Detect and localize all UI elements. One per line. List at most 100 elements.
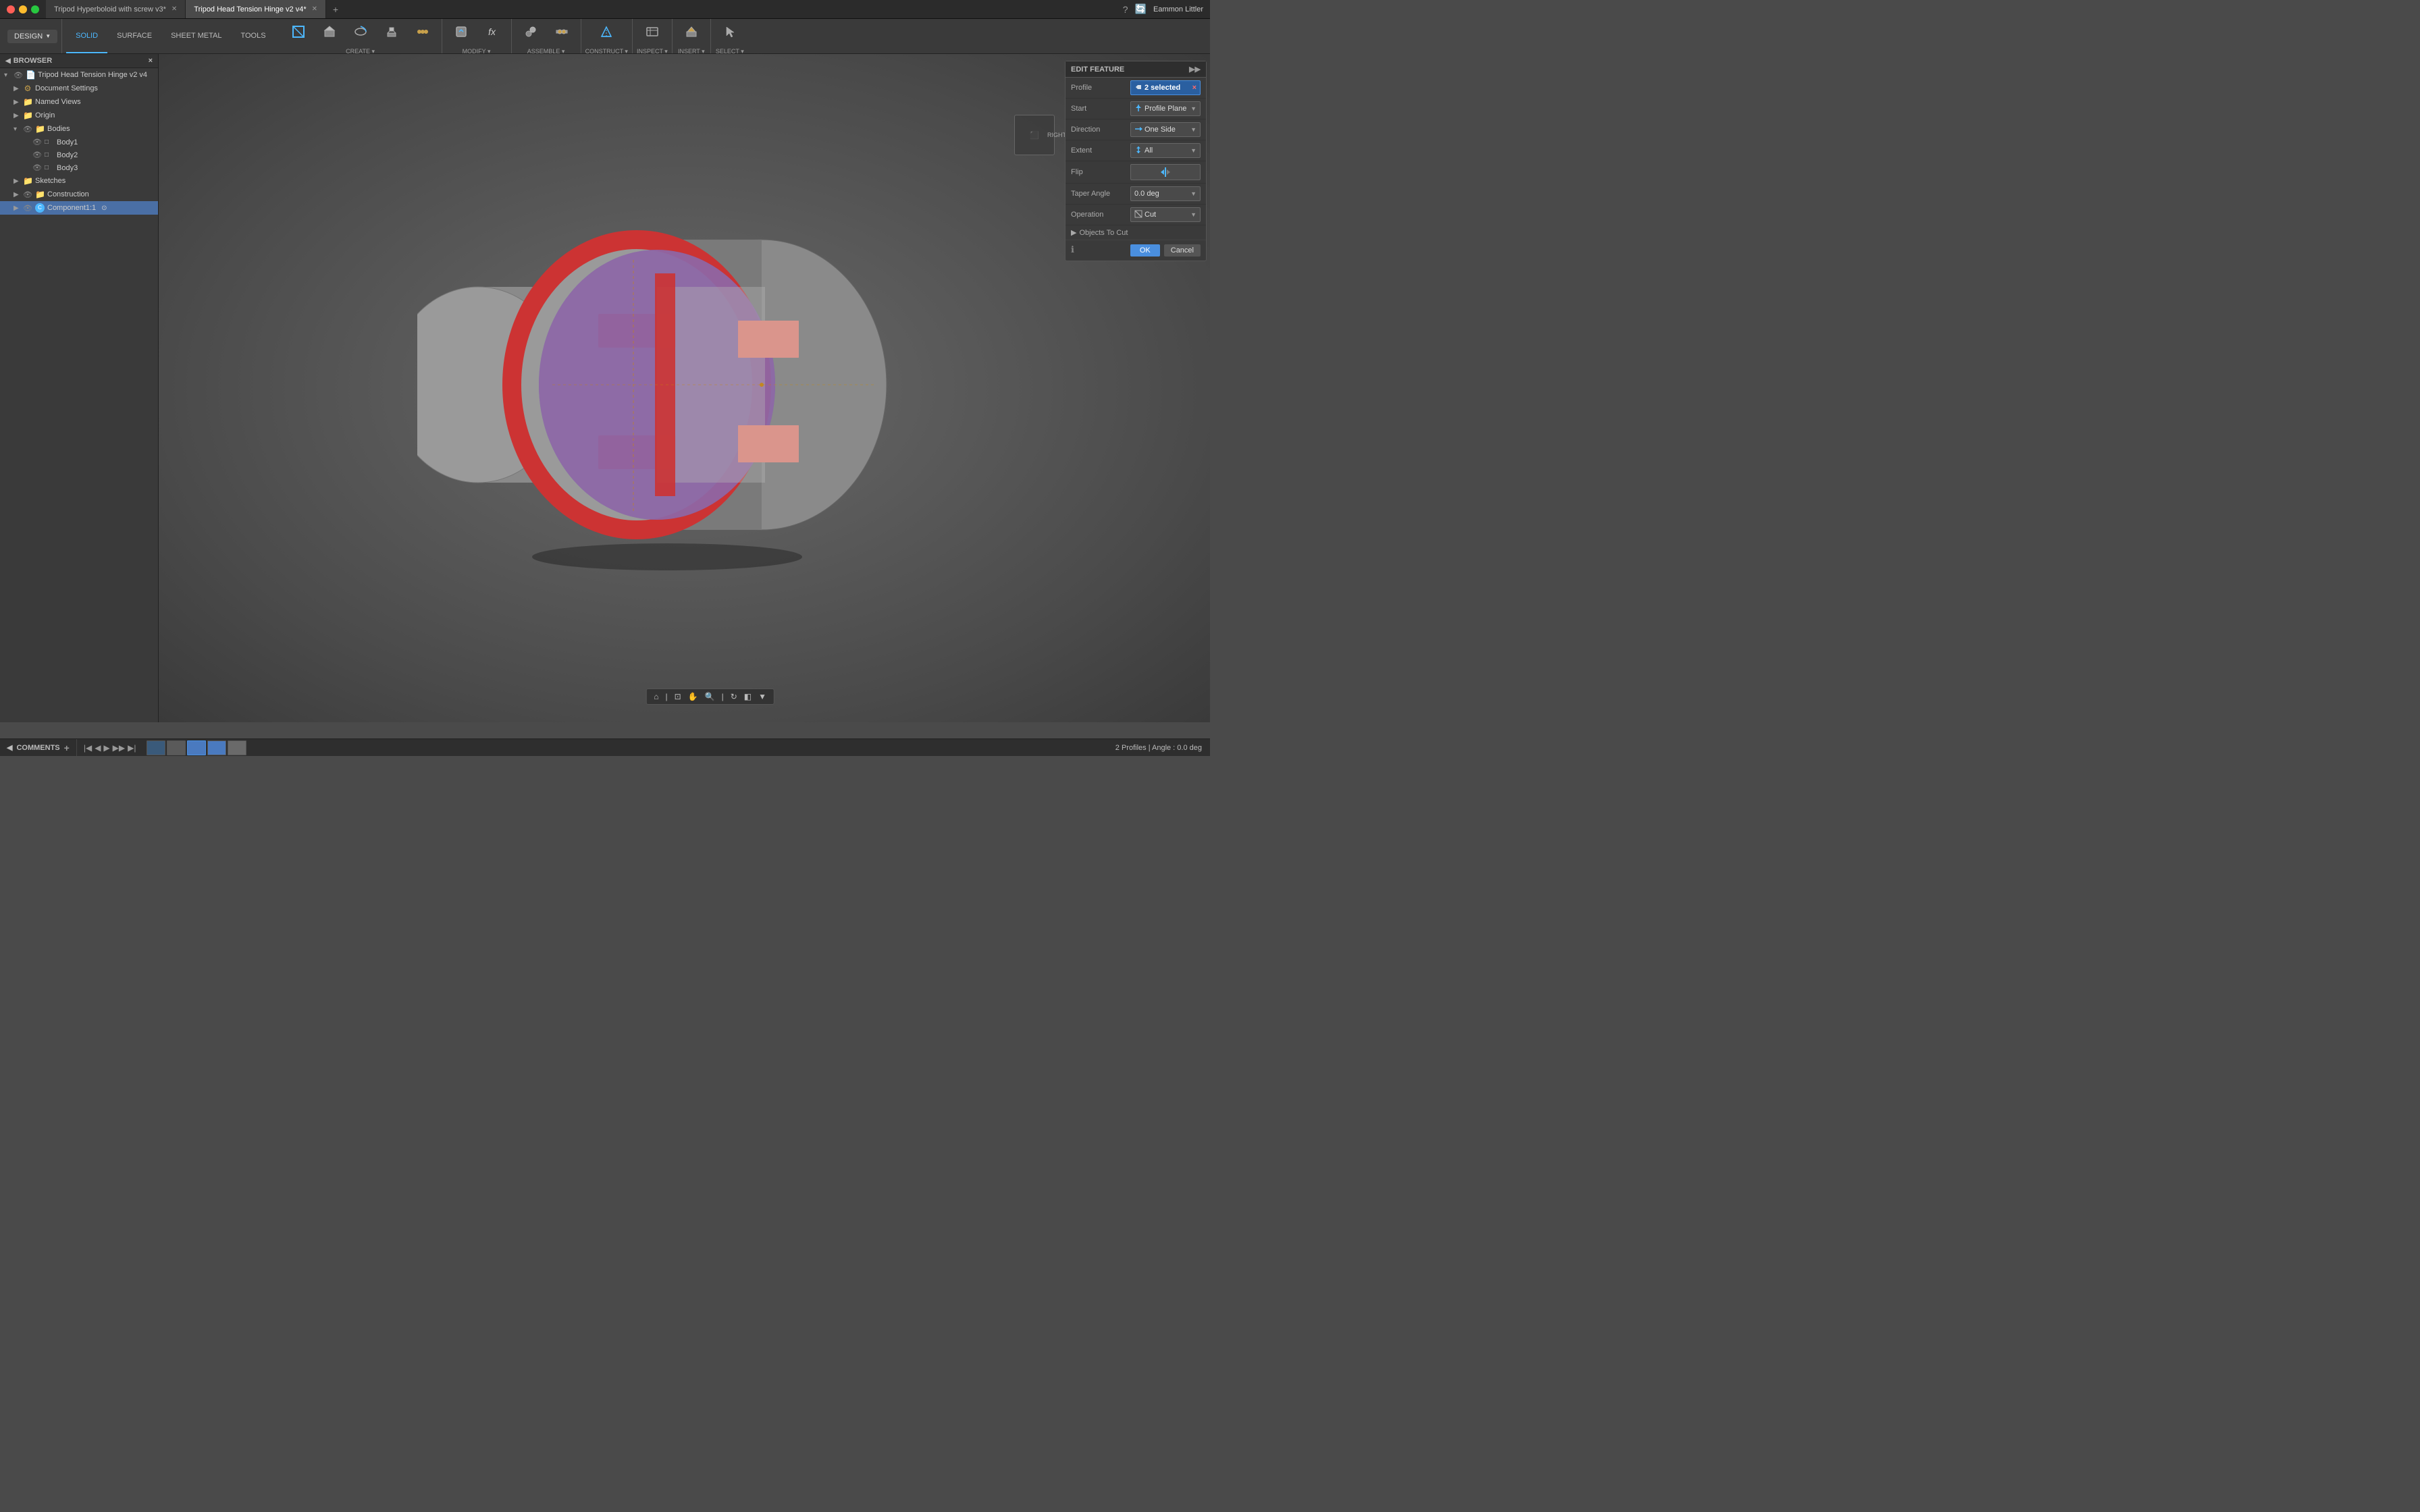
win-close-btn[interactable] xyxy=(7,5,15,14)
vp-zoom-btn[interactable]: 🔍 xyxy=(703,692,717,701)
modify-btn[interactable] xyxy=(446,17,476,47)
select-btn[interactable] xyxy=(715,17,745,47)
vp-fit-btn[interactable]: ⊡ xyxy=(673,692,683,701)
ok-button[interactable]: OK xyxy=(1130,244,1160,256)
play-back-btn[interactable]: ◀ xyxy=(95,743,101,753)
profile-clear-btn[interactable]: × xyxy=(1192,84,1196,92)
component-icon: C xyxy=(35,203,45,213)
thumb-3[interactable] xyxy=(187,740,206,755)
comments-add-btn[interactable]: + xyxy=(64,742,70,753)
browser-item-origin[interactable]: ▶ 📁 Origin xyxy=(0,109,158,122)
expand-root: ▾ xyxy=(4,72,11,79)
eye-bodies[interactable]: 👁 xyxy=(23,125,32,134)
viewport[interactable]: ⬛ RIGHT ⌂ | ⊡ ✋ 🔍 | ↻ ◧ ▼ xyxy=(159,54,1210,722)
browser-item-sketches[interactable]: ▶ 📁 Sketches xyxy=(0,174,158,188)
extent-value[interactable]: All ▼ xyxy=(1130,143,1201,158)
tab2-close[interactable]: ✕ xyxy=(312,5,317,13)
new-tab-btn[interactable]: + xyxy=(329,3,342,16)
browser-item-doc-settings[interactable]: ▶ ⚙ Document Settings xyxy=(0,82,158,95)
play-fwd-btn[interactable]: ▶▶ xyxy=(113,743,125,753)
thumb-5[interactable] xyxy=(228,740,246,755)
assemble-btn[interactable] xyxy=(516,17,546,47)
create-sketch-btn[interactable] xyxy=(284,17,313,47)
thumb-2[interactable] xyxy=(167,740,186,755)
body3-icon: □ xyxy=(45,164,54,171)
eye-root[interactable]: 👁 xyxy=(14,71,23,80)
browser-item-body1[interactable]: ▶ 👁 □ Body1 xyxy=(0,136,158,148)
info-btn[interactable]: ℹ xyxy=(1071,244,1074,256)
sync-icon[interactable]: 🔄 xyxy=(1135,3,1147,15)
browser-item-body3[interactable]: ▶ 👁 □ Body3 xyxy=(0,161,158,174)
pattern-btn[interactable] xyxy=(408,17,438,47)
file-icon: 📄 xyxy=(26,70,35,80)
help-icon[interactable]: ? xyxy=(1123,4,1128,15)
tab1-close[interactable]: ✕ xyxy=(172,5,177,13)
win-max-btn[interactable] xyxy=(31,5,39,14)
operation-value[interactable]: Cut ▼ xyxy=(1130,207,1201,222)
assemble-group: ASSEMBLE ▾ xyxy=(512,19,581,53)
expand-panel-btn[interactable]: ▶▶ xyxy=(1189,65,1201,74)
eye-body2[interactable]: 👁 xyxy=(32,151,42,159)
direction-value[interactable]: One Side ▼ xyxy=(1130,122,1201,137)
vp-pan-btn[interactable]: ✋ xyxy=(686,692,700,701)
eye-body3[interactable]: 👁 xyxy=(32,163,42,172)
eye-component[interactable]: 👁 xyxy=(23,204,32,213)
win-min-btn[interactable] xyxy=(19,5,27,14)
tab-tools[interactable]: TOOLS xyxy=(231,19,275,53)
play-start-btn[interactable]: |◀ xyxy=(84,743,92,753)
browser-item-construction[interactable]: ▶ 👁 📁 Construction xyxy=(0,188,158,201)
profile-value[interactable]: 2 selected × xyxy=(1130,80,1201,95)
tab-surface[interactable]: SURFACE xyxy=(107,19,161,53)
insert-btn[interactable] xyxy=(677,17,706,47)
extent-value-text: All xyxy=(1145,146,1188,155)
named-views-icon: 📁 xyxy=(23,97,32,107)
inspect-btn[interactable] xyxy=(637,17,667,47)
comments-toggle-btn[interactable]: ◀ xyxy=(7,743,12,752)
taper-value[interactable]: 0.0 deg ▼ xyxy=(1130,186,1201,201)
extrude-btn[interactable] xyxy=(315,17,344,47)
cancel-button[interactable]: Cancel xyxy=(1164,244,1201,256)
eye-construction[interactable]: 👁 xyxy=(23,190,32,199)
tab-2[interactable]: Tripod Head Tension Hinge v2 v4* ✕ xyxy=(186,0,326,18)
browser-item-root[interactable]: ▾ 👁 📄 Tripod Head Tension Hinge v2 v4 xyxy=(0,68,158,82)
thumb-1[interactable] xyxy=(147,740,165,755)
browser-item-named-views[interactable]: ▶ 📁 Named Views xyxy=(0,95,158,109)
browser-close-btn[interactable]: × xyxy=(149,57,153,65)
browser-collapse-btn[interactable]: ◀ xyxy=(5,57,11,65)
viewcube[interactable]: ⬛ RIGHT xyxy=(1014,115,1061,162)
expand-component: ▶ xyxy=(14,205,20,212)
design-menu-btn[interactable]: DESIGN ▼ xyxy=(7,30,57,43)
revolve-btn[interactable] xyxy=(346,17,375,47)
feature-row-profile: Profile 2 selected × xyxy=(1066,78,1206,99)
profile-icon xyxy=(1134,83,1142,93)
select-group: SELECT ▾ xyxy=(711,19,749,53)
formula-btn[interactable]: fx xyxy=(477,17,507,47)
browser-item-component[interactable]: ▶ 👁 C Component1:1 ⊙ xyxy=(0,201,158,215)
browser-item-bodies[interactable]: ▾ 👁 📁 Bodies xyxy=(0,122,158,136)
vp-display-btn[interactable]: ◧ xyxy=(742,692,754,701)
viewcube-box[interactable]: ⬛ RIGHT xyxy=(1014,115,1055,155)
sketches-icon: 📁 xyxy=(23,176,32,186)
formula-icon: fx xyxy=(485,24,500,39)
vp-home-btn[interactable]: ⌂ xyxy=(652,692,660,701)
flip-value[interactable] xyxy=(1130,164,1201,180)
statusbar: ◀ COMMENTS + |◀ ◀ ▶ ▶▶ ▶| 2 Profiles | A… xyxy=(0,738,1210,756)
construct-btn[interactable] xyxy=(591,17,621,47)
vp-more-btn[interactable]: ▼ xyxy=(756,692,768,701)
insert-icon xyxy=(684,24,699,39)
component-indicator: ⊙ xyxy=(101,205,107,212)
toolbar: DESIGN ▼ SOLID SURFACE SHEET METAL TOOLS xyxy=(0,19,1210,54)
thumb-4[interactable] xyxy=(207,740,226,755)
browser-item-body2[interactable]: ▶ 👁 □ Body2 xyxy=(0,148,158,161)
tab-1[interactable]: Tripod Hyperboloid with screw v3* ✕ xyxy=(46,0,186,18)
joint-btn[interactable] xyxy=(547,17,577,47)
tab-sheet-metal[interactable]: SHEET METAL xyxy=(161,19,231,53)
objects-to-cut-section[interactable]: ▶ Objects To Cut xyxy=(1066,225,1206,240)
play-end-btn[interactable]: ▶| xyxy=(128,743,136,753)
play-pause-btn[interactable]: ▶ xyxy=(103,743,109,753)
loft-btn[interactable] xyxy=(377,17,406,47)
start-value[interactable]: Profile Plane ▼ xyxy=(1130,101,1201,116)
vp-orbit-btn[interactable]: ↻ xyxy=(729,692,739,701)
eye-body1[interactable]: 👁 xyxy=(32,138,42,146)
tab-solid[interactable]: SOLID xyxy=(66,19,107,53)
